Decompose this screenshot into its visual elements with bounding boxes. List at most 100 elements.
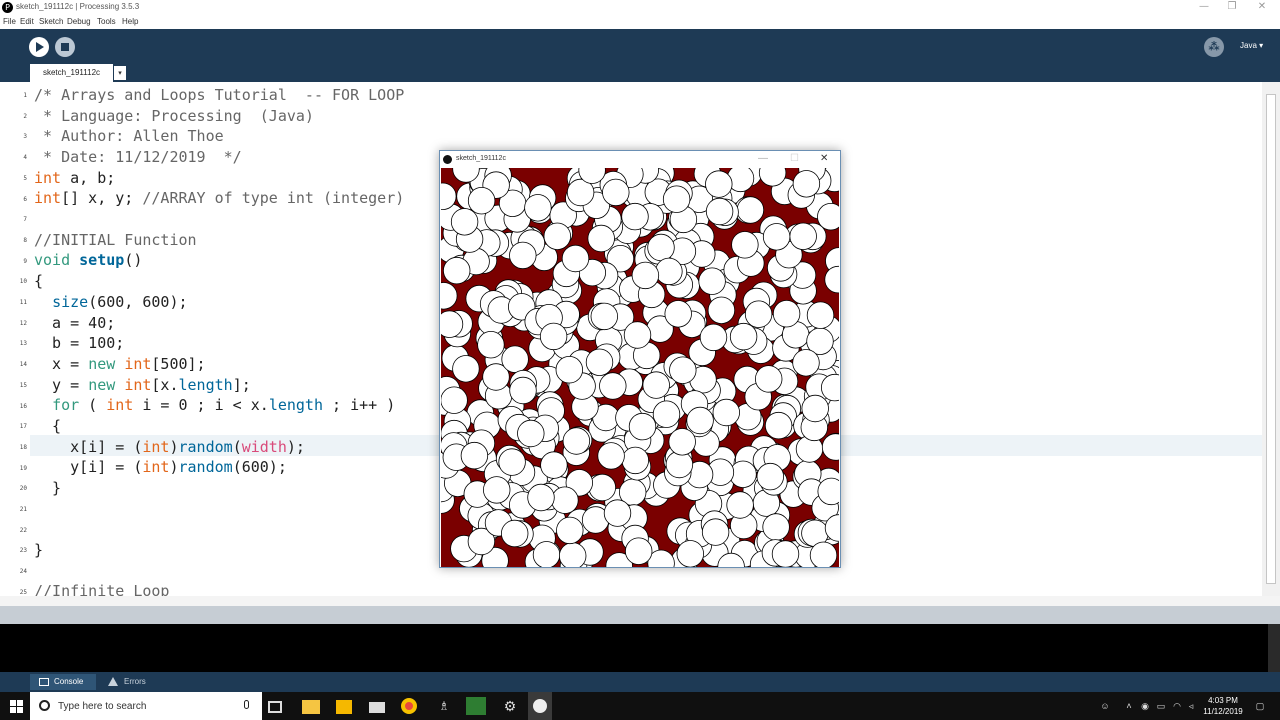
sketch-circle <box>762 223 791 251</box>
tab-errors[interactable]: Errors <box>104 674 164 690</box>
editor-horizontal-scrollbar[interactable] <box>0 596 1280 606</box>
sketch-circle <box>450 208 479 236</box>
line-number-gutter: 1 2 3 4 5 6 7 8 9 10 11 12 13 14 15 16 17 18 19 20 21 22 23 24 2… <box>0 82 30 596</box>
sketch-circle <box>539 322 568 351</box>
sketch-circle <box>698 267 726 295</box>
sketch-circle <box>669 356 697 384</box>
microphone-icon[interactable] <box>244 700 249 709</box>
sketch-circle <box>585 348 614 377</box>
sketch-circle <box>621 446 650 475</box>
line-number: 18 <box>19 443 27 451</box>
sketch-maximize-button[interactable]: ☐ <box>790 153 799 164</box>
search-icon <box>39 700 50 711</box>
taskbar-clock[interactable]: 4:03 PM 11/12/2019 <box>1200 695 1246 717</box>
sketch-circle <box>731 231 759 259</box>
minimize-button[interactable]: — <box>1194 1 1214 12</box>
sketch-circle <box>551 486 579 514</box>
sketch-circle <box>602 178 630 207</box>
run-button[interactable] <box>29 37 49 57</box>
file-explorer-icon[interactable] <box>302 700 320 714</box>
sketch-circle <box>729 322 758 351</box>
mail-icon[interactable] <box>369 702 385 713</box>
menu-file[interactable]: File <box>3 17 16 26</box>
sketch-circle <box>441 282 458 310</box>
sketch-circle <box>527 483 555 512</box>
sketch-minimize-button[interactable]: — <box>758 153 768 164</box>
code-line-16: for ( int i = 0 ; i < x.length ; i++ ) <box>52 396 396 414</box>
close-button[interactable]: ✕ <box>1252 1 1272 12</box>
console-scrollbar[interactable] <box>1268 624 1280 672</box>
sketch-circle <box>498 448 526 476</box>
people-icon[interactable]: ☺ <box>1100 701 1110 711</box>
chevron-up-icon[interactable]: ˄ <box>1124 701 1134 711</box>
windows-start-icon[interactable] <box>0 692 30 720</box>
taskbar-search-box[interactable]: Type here to search <box>30 692 262 720</box>
line-number: 24 <box>19 568 27 576</box>
editor-vertical-scrollbar[interactable] <box>1262 82 1280 596</box>
network-icon[interactable]: ◉ <box>1140 701 1150 711</box>
processing-taskbar-icon[interactable]: ♗ <box>434 696 454 716</box>
sketch-circle <box>655 257 683 286</box>
sketch-circle <box>668 428 696 456</box>
sketch-circle <box>483 476 511 504</box>
tab-sketch[interactable]: sketch_191112c <box>30 64 113 82</box>
sketch-circle <box>647 233 675 262</box>
line-number: 12 <box>19 319 27 327</box>
tab-console[interactable]: Console <box>30 674 96 690</box>
code-line-25: //Infinite Loop <box>34 582 170 596</box>
sketch-circle <box>509 376 537 405</box>
running-sketch-taskbar-button[interactable] <box>528 692 552 720</box>
store-icon[interactable] <box>336 700 352 714</box>
console-output[interactable] <box>0 624 1280 672</box>
scrollbar-thumb[interactable] <box>1266 94 1276 584</box>
sketch-close-button[interactable]: ✕ <box>820 153 828 164</box>
sketch-circle <box>705 197 734 226</box>
code-line-19: y[i] = (int)random(600); <box>34 458 287 476</box>
stop-button[interactable] <box>55 37 75 57</box>
code-line-5: int a, b; <box>34 169 116 187</box>
menu-tools[interactable]: Tools <box>97 17 116 26</box>
line-number: 6 <box>23 195 27 203</box>
menu-help[interactable]: Help <box>122 17 138 26</box>
menu-edit[interactable]: Edit <box>20 17 34 26</box>
sketch-circle <box>762 513 790 541</box>
sketch-circle <box>590 302 619 331</box>
sketch-circle <box>467 187 496 215</box>
code-line-23: } <box>34 541 44 559</box>
battery-icon[interactable]: ▭ <box>1156 701 1166 711</box>
volume-icon[interactable]: ◃ <box>1186 701 1196 711</box>
wifi-icon[interactable]: ◠ <box>1172 701 1182 711</box>
sketch-circle <box>559 542 587 567</box>
sketch-circle <box>524 194 552 222</box>
line-number: 19 <box>19 464 27 472</box>
sketch-circle <box>764 411 793 440</box>
sketch-circle <box>562 427 591 455</box>
chrome-icon[interactable] <box>401 698 417 714</box>
line-number: 11 <box>19 299 27 306</box>
menu-sketch[interactable]: Sketch <box>39 17 63 26</box>
sketch-circle <box>662 185 691 213</box>
mode-selector[interactable]: Java ▾ <box>1240 41 1263 50</box>
code-line-15: y = new int[x.length]; <box>34 376 251 394</box>
sketch-window-titlebar: sketch_191112c — ☐ ✕ <box>440 151 840 167</box>
sketch-circle <box>801 394 829 423</box>
task-view-icon[interactable] <box>268 701 282 713</box>
menu-debug[interactable]: Debug <box>67 17 91 26</box>
line-number: 8 <box>23 236 27 244</box>
tab-menu-dropdown-icon[interactable]: ▾ <box>114 66 126 80</box>
sketch-output-window[interactable]: sketch_191112c — ☐ ✕ <box>439 150 841 568</box>
sketch-circle <box>821 433 839 461</box>
sketch-circle <box>642 371 670 399</box>
sketch-circle <box>517 419 545 448</box>
app-taskbar-icon[interactable] <box>466 697 486 715</box>
console-icon <box>39 678 49 686</box>
clock-time: 4:03 PM <box>1208 696 1238 705</box>
sketch-canvas[interactable] <box>441 168 839 567</box>
code-line-1: /* Arrays and Loops Tutorial -- FOR LOOP <box>34 86 405 104</box>
debug-icon[interactable]: ⁂ <box>1204 37 1224 57</box>
processing-app-icon: P <box>2 2 13 13</box>
maximize-button[interactable]: ❐ <box>1222 1 1242 12</box>
settings-gear-icon[interactable]: ⚙ <box>500 696 520 716</box>
sketch-circle <box>772 299 801 328</box>
notification-icon[interactable]: ▢ <box>1254 701 1266 711</box>
